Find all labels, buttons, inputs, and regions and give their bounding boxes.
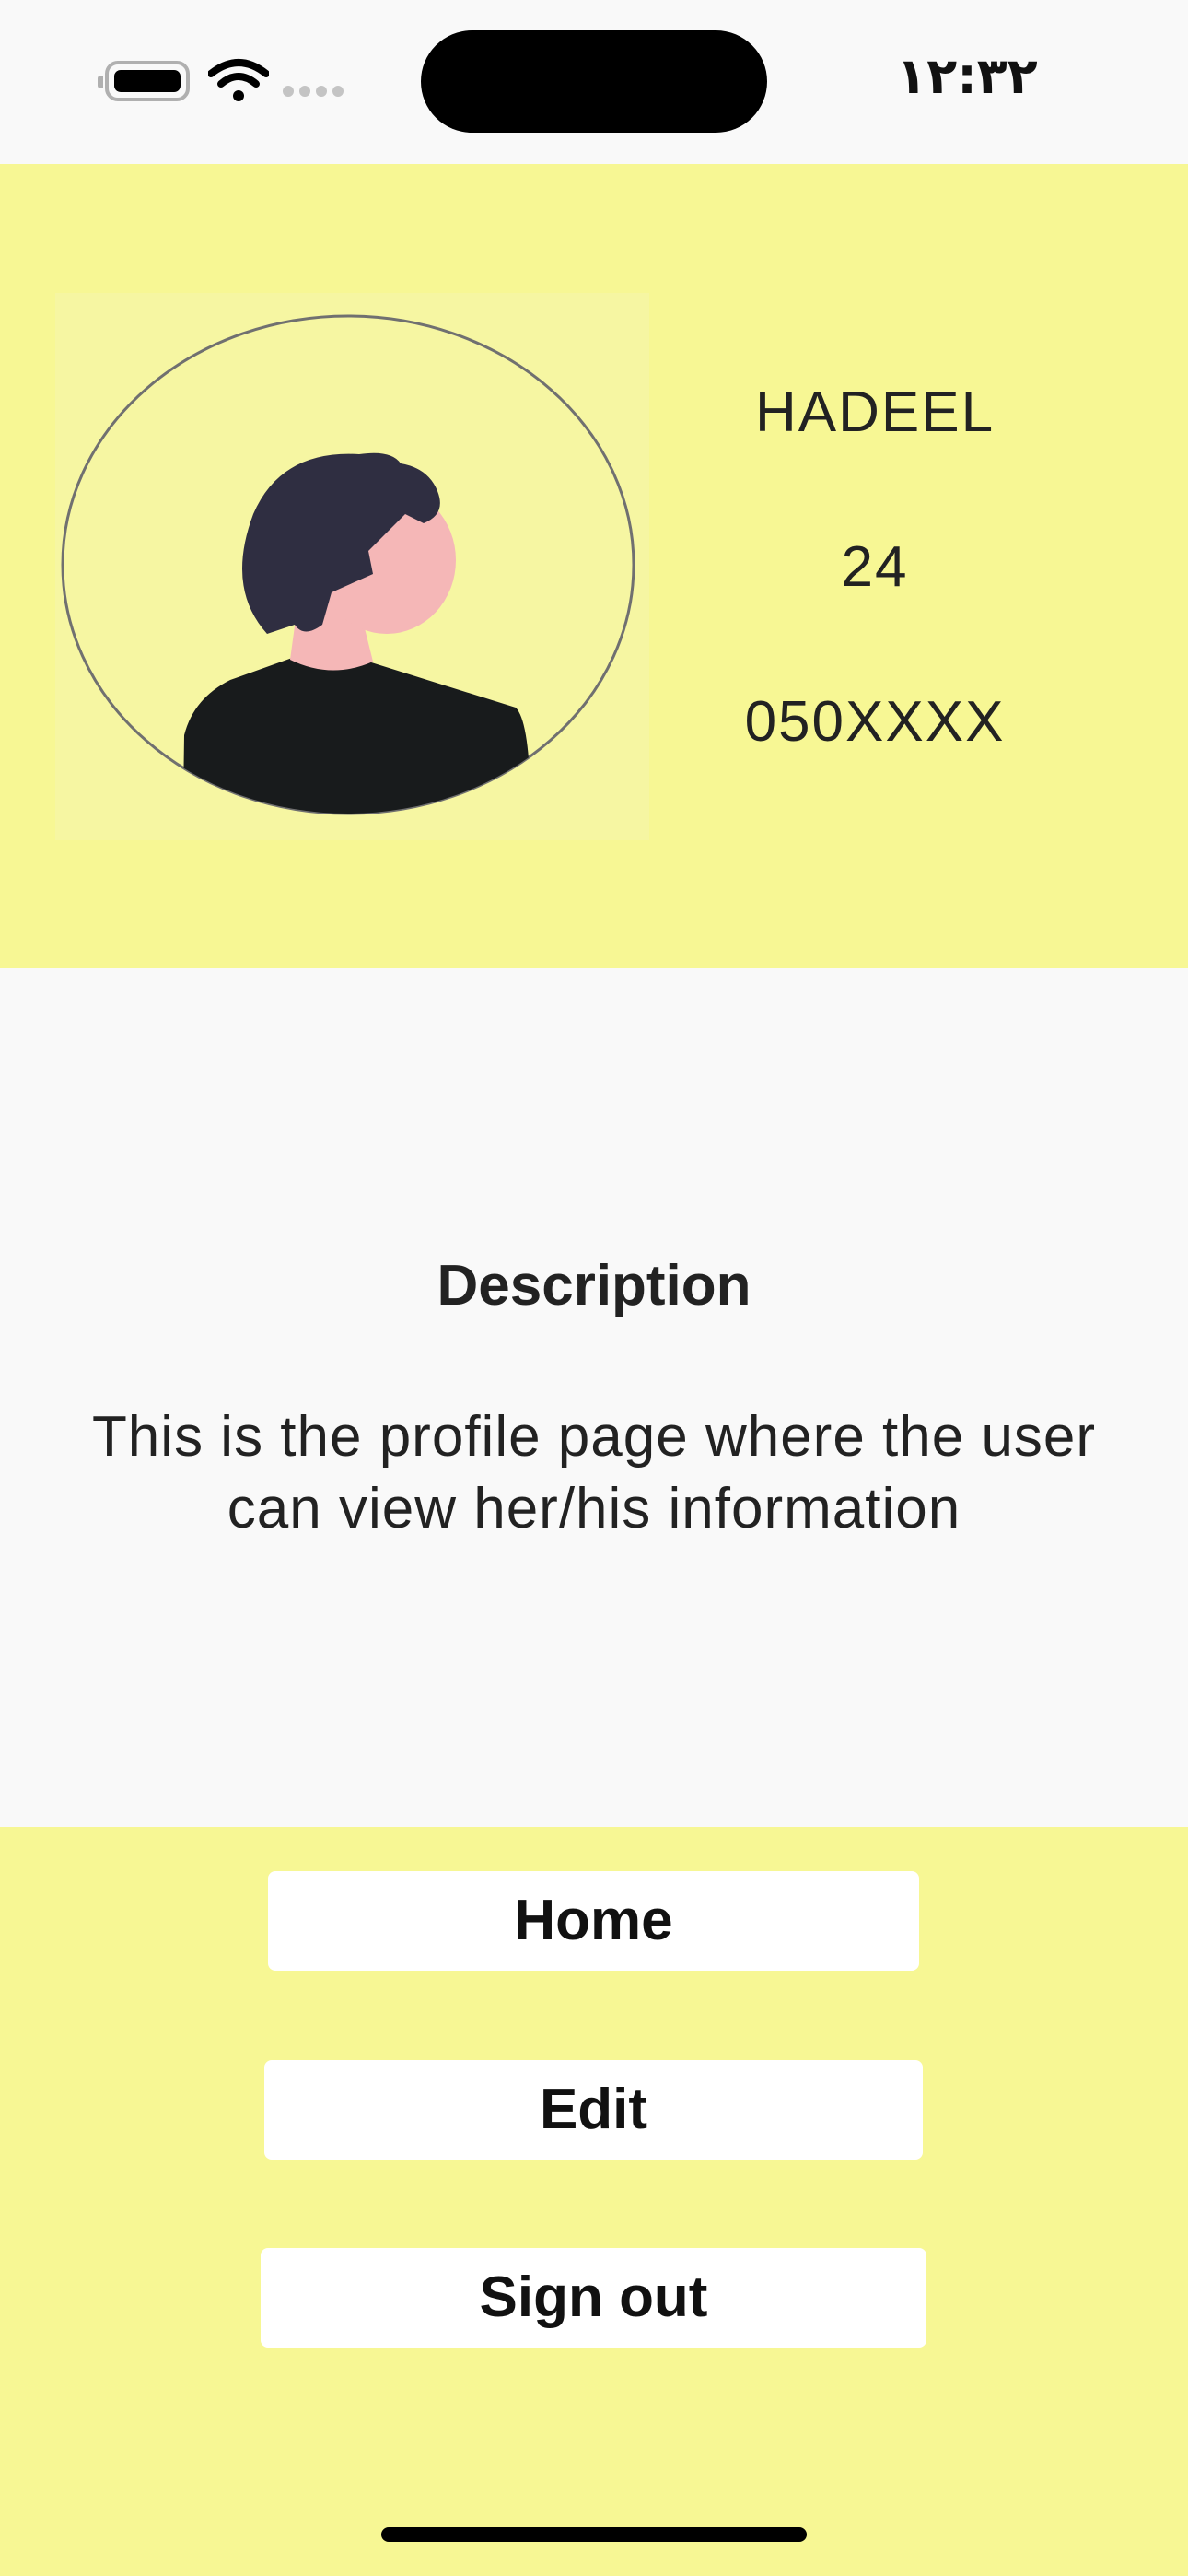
- battery-icon: [98, 61, 190, 101]
- signal-dots-icon: [283, 86, 344, 97]
- actions-section: Home Edit Sign out: [0, 1827, 1188, 2576]
- profile-age: 24: [841, 535, 909, 599]
- home-button[interactable]: Home: [268, 1871, 919, 1971]
- description-body: This is the profile page where the user …: [91, 1405, 1097, 1540]
- home-indicator[interactable]: [381, 2527, 807, 2542]
- profile-phone: 050XXXX: [744, 690, 1006, 754]
- status-time: ١٢:٣٢: [896, 47, 1038, 105]
- status-bar: ١٢:٣٢: [0, 0, 1188, 164]
- user-avatar-icon: [61, 314, 635, 815]
- dynamic-island: [421, 30, 767, 133]
- avatar-frame: [55, 293, 649, 840]
- profile-header: HADEEL 24 050XXXX: [0, 164, 1188, 968]
- edit-button[interactable]: Edit: [264, 2060, 923, 2160]
- profile-name: HADEEL: [754, 381, 996, 444]
- wifi-icon: [208, 59, 269, 101]
- description-title: Description: [437, 1254, 751, 1317]
- description-section: Description This is the profile page whe…: [0, 968, 1188, 1827]
- sign-out-button[interactable]: Sign out: [261, 2248, 926, 2348]
